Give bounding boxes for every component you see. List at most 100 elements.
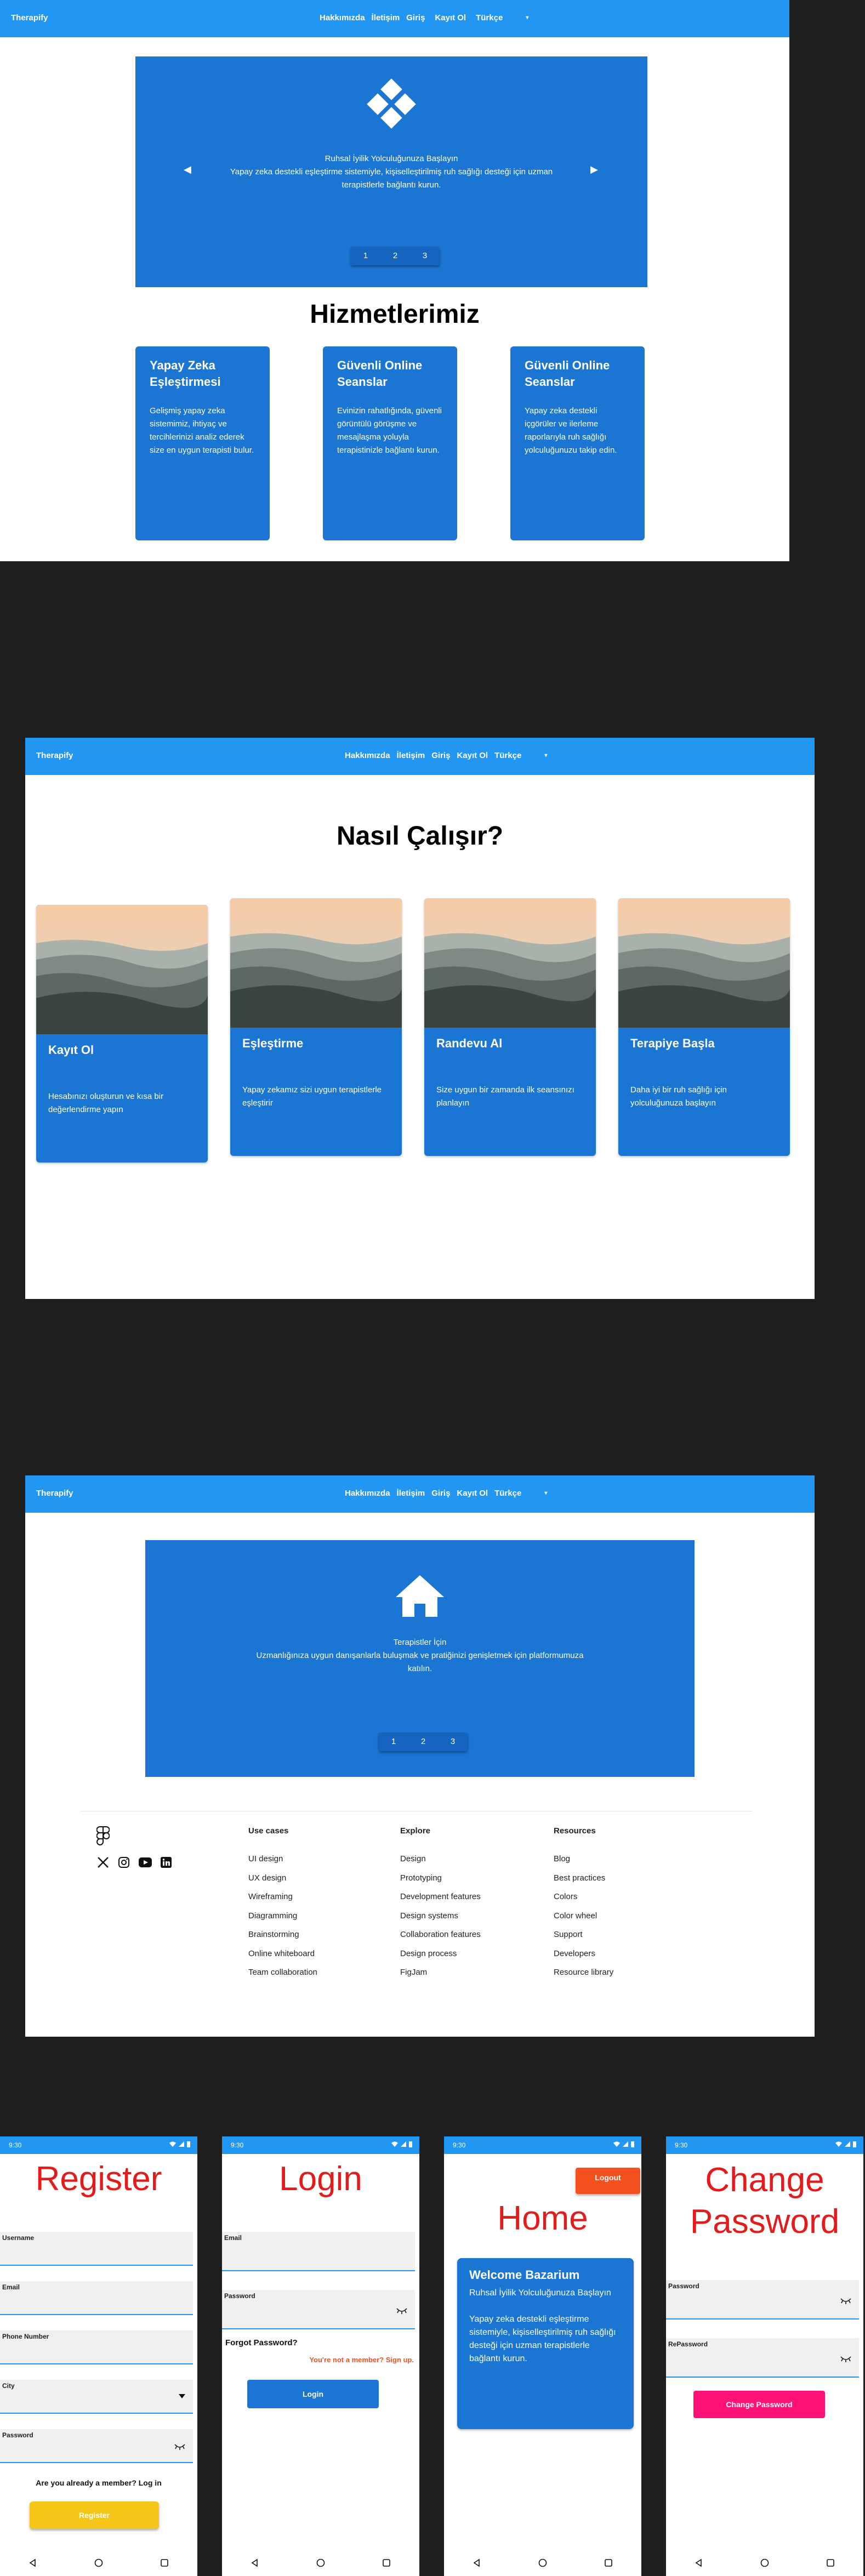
instagram-icon[interactable] <box>117 1856 130 1869</box>
login-prompt[interactable]: Are you already a member? Log in <box>0 2478 197 2487</box>
page-dot-2[interactable]: 2 <box>408 1732 438 1751</box>
eye-closed-icon[interactable] <box>174 2443 185 2450</box>
footer-link[interactable]: Diagramming <box>248 1907 317 1926</box>
nav-about[interactable]: Hakkımızda <box>345 751 390 760</box>
battery-icon <box>631 2141 634 2147</box>
page-dot-3[interactable]: 3 <box>410 247 440 265</box>
change-password-button[interactable]: Change Password <box>693 2391 825 2418</box>
nav-about[interactable]: Hakkımızda <box>345 1489 390 1498</box>
brand-logo[interactable]: Therapify <box>36 751 73 760</box>
logout-button[interactable]: Logout <box>576 2168 640 2194</box>
language-select[interactable]: Türkçe <box>494 751 521 760</box>
nav-login[interactable]: Giriş <box>431 751 450 760</box>
footer-link[interactable]: Colors <box>554 1888 613 1907</box>
recents-icon[interactable] <box>160 2558 169 2567</box>
carousel-title: Terapistler İçin <box>393 1638 447 1647</box>
recents-icon[interactable] <box>826 2558 835 2567</box>
footer-link[interactable]: Online whiteboard <box>248 1945 317 1964</box>
nav-links: Hakkımızda İletişim Giriş Kayıt Ol Türkç… <box>320 13 528 22</box>
home-circle-icon[interactable] <box>538 2558 547 2567</box>
nav-about[interactable]: Hakkımızda <box>320 13 365 22</box>
chevron-down-icon[interactable]: ▾ <box>544 1490 547 1496</box>
footer-link[interactable]: Team collaboration <box>248 1963 317 1982</box>
figma-logo-icon[interactable] <box>96 1826 110 1846</box>
username-field[interactable]: Username <box>0 2232 193 2266</box>
nav-login[interactable]: Giriş <box>431 1489 450 1498</box>
recents-icon[interactable] <box>604 2558 613 2567</box>
home-circle-icon[interactable] <box>94 2558 103 2567</box>
footer-link[interactable]: Design <box>400 1850 481 1869</box>
footer-link[interactable]: Design process <box>400 1945 481 1964</box>
chevron-down-icon[interactable]: ▾ <box>544 753 547 759</box>
phone-change-password: 9:30 Change Password Password RePassword… <box>666 2136 863 2576</box>
footer-link[interactable]: Design systems <box>400 1907 481 1926</box>
page-dot-3[interactable]: 3 <box>438 1732 468 1751</box>
nav-register[interactable]: Kayıt Ol <box>435 13 466 22</box>
footer-link[interactable]: Wireframing <box>248 1888 317 1907</box>
service-card: Güvenli Online Seanslar Evinizin rahatlı… <box>323 346 457 540</box>
footer-link[interactable]: Collaboration features <box>400 1925 481 1945</box>
nav-contact[interactable]: İletişim <box>397 751 425 760</box>
password-field[interactable]: Password <box>222 2290 415 2329</box>
step-card: Terapiye Başla Daha iyi bir ruh sağlığı … <box>618 898 790 1156</box>
back-icon[interactable] <box>251 2558 259 2567</box>
nav-contact[interactable]: İletişim <box>372 13 400 22</box>
eye-closed-icon[interactable] <box>840 2298 851 2304</box>
footer-link[interactable]: Prototyping <box>400 1869 481 1888</box>
back-icon[interactable] <box>695 2558 703 2567</box>
footer-link[interactable]: Development features <box>400 1888 481 1907</box>
page-dot-1[interactable]: 1 <box>351 247 380 265</box>
prev-arrow-icon[interactable]: ◀ <box>184 164 191 175</box>
linkedin-icon[interactable] <box>160 1856 172 1868</box>
email-field[interactable]: Email <box>222 2232 415 2271</box>
email-field[interactable]: Email <box>0 2281 193 2315</box>
footer-link[interactable]: Support <box>554 1925 613 1945</box>
password-field[interactable]: Password <box>0 2429 193 2463</box>
page-dot-1[interactable]: 1 <box>379 1732 408 1751</box>
footer-link[interactable]: FigJam <box>400 1963 481 1982</box>
password-field[interactable]: Password <box>666 2280 859 2319</box>
footer-link[interactable]: UI design <box>248 1850 317 1869</box>
login-button[interactable]: Login <box>247 2380 379 2408</box>
footer-link[interactable]: Best practices <box>554 1869 613 1888</box>
footer-link[interactable]: Resource library <box>554 1963 613 1982</box>
language-select[interactable]: Türkçe <box>494 1489 521 1498</box>
brand-logo[interactable]: Therapify <box>36 1489 73 1498</box>
signup-link[interactable]: You're not a member? Sign up. <box>309 2356 414 2364</box>
eye-closed-icon[interactable] <box>840 2356 851 2362</box>
x-twitter-icon[interactable] <box>96 1856 110 1869</box>
footer-link[interactable]: Brainstorming <box>248 1925 317 1945</box>
nav-register[interactable]: Kayıt Ol <box>457 1489 488 1498</box>
forgot-password-link[interactable]: Forgot Password? <box>225 2338 298 2347</box>
youtube-icon[interactable] <box>138 1857 152 1868</box>
top-navbar: Therapify Hakkımızda İletişim Giriş Kayı… <box>25 738 815 775</box>
footer-link[interactable]: Blog <box>554 1850 613 1869</box>
recents-icon[interactable] <box>382 2558 391 2567</box>
nav-register[interactable]: Kayıt Ol <box>457 751 488 760</box>
dropdown-arrow-icon[interactable] <box>179 2394 185 2398</box>
home-circle-icon[interactable] <box>760 2558 769 2567</box>
field-label: Password <box>668 2282 699 2290</box>
register-button[interactable]: Register <box>30 2501 159 2529</box>
footer-link[interactable]: Color wheel <box>554 1907 613 1926</box>
page-dot-2[interactable]: 2 <box>380 247 410 265</box>
next-arrow-icon[interactable]: ▶ <box>590 164 598 175</box>
phone-login: 9:30 Login Email Password Forgot Passwor… <box>222 2136 419 2576</box>
language-select[interactable]: Türkçe <box>476 13 503 22</box>
footer-link[interactable]: Developers <box>554 1945 613 1964</box>
back-icon[interactable] <box>29 2558 37 2567</box>
top-navbar: Therapify Hakkımızda İletişim Giriş Kayı… <box>0 0 789 37</box>
nav-contact[interactable]: İletişim <box>397 1489 425 1498</box>
footer-column-resources: Resources Blog Best practices Colors Col… <box>554 1826 613 1982</box>
nav-login[interactable]: Giriş <box>406 13 425 22</box>
phone-field[interactable]: Phone Number <box>0 2330 193 2364</box>
city-select[interactable]: City <box>0 2380 193 2414</box>
eye-closed-icon[interactable] <box>396 2307 407 2314</box>
repassword-field[interactable]: RePassword <box>666 2338 859 2378</box>
step-text: Yapay zekamız sizi uygun terapistlerle e… <box>242 1085 382 1108</box>
home-circle-icon[interactable] <box>316 2558 325 2567</box>
footer-link[interactable]: UX design <box>248 1869 317 1888</box>
back-icon[interactable] <box>473 2558 481 2567</box>
chevron-down-icon[interactable]: ▾ <box>526 15 528 21</box>
brand-logo[interactable]: Therapify <box>11 13 48 22</box>
